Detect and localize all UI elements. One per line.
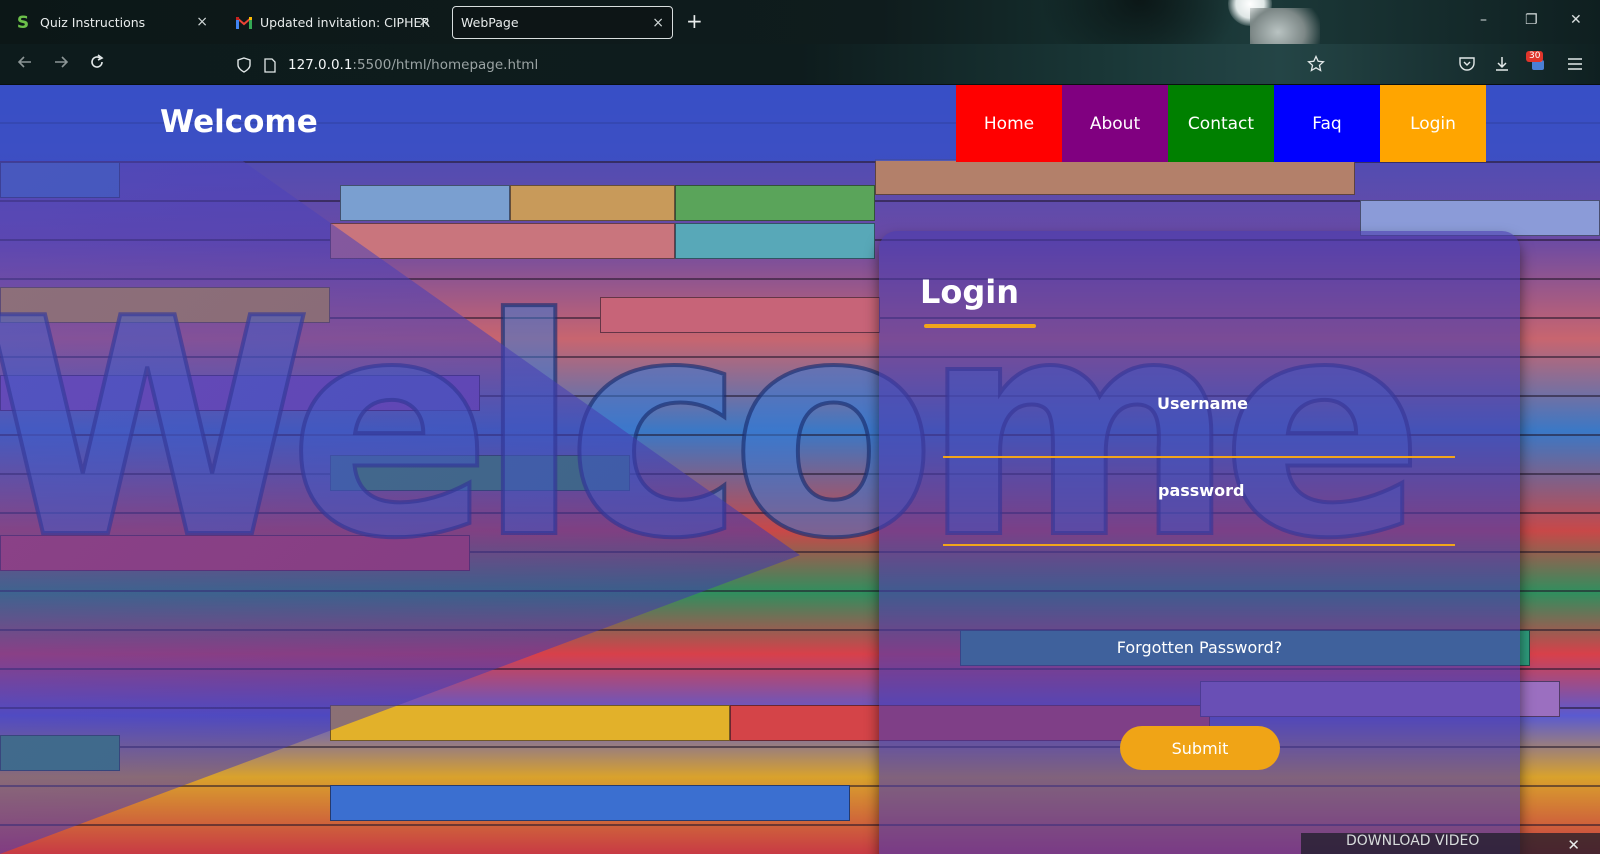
username-underline: [943, 456, 1455, 458]
forward-arrow-icon[interactable]: [52, 53, 70, 75]
password-input[interactable]: [943, 509, 1455, 543]
close-icon[interactable]: ×: [418, 14, 430, 30]
reload-icon[interactable]: [88, 53, 106, 75]
browser-navigation-bar: 127.0.0.1:5500/html/homepage.html: [0, 44, 1600, 85]
page-icon[interactable]: [262, 57, 278, 73]
title-underline: [924, 324, 1036, 328]
password-label: password: [1158, 481, 1245, 500]
download-icon[interactable]: [1492, 54, 1512, 74]
tab-label: WebPage: [461, 15, 519, 30]
main-menu: Home About Contact Faq Login: [956, 85, 1486, 162]
tab-label: Updated invitation: CIPHER CLA: [260, 15, 430, 30]
menu-contact[interactable]: Contact: [1168, 85, 1274, 162]
new-tab-button[interactable]: +: [686, 9, 703, 33]
login-title: Login: [920, 273, 1020, 311]
bookmark-star-icon[interactable]: [1306, 54, 1326, 74]
plank-decoration: [675, 223, 875, 259]
menu-login[interactable]: Login: [1380, 85, 1486, 162]
password-underline: [943, 544, 1455, 546]
menu-home[interactable]: Home: [956, 85, 1062, 162]
plank-decoration: [340, 185, 510, 221]
tab-webpage[interactable]: WebPage ×: [452, 6, 673, 39]
download-video-popup[interactable]: DOWNLOAD VIDEO ✕: [1301, 833, 1600, 854]
pocket-icon[interactable]: [1457, 54, 1477, 74]
close-icon[interactable]: ×: [196, 14, 208, 30]
login-card: Login Username password Forgotten Passwo…: [879, 231, 1520, 854]
submit-button[interactable]: Submit: [1120, 726, 1280, 770]
gmail-icon: [236, 16, 252, 29]
site-title: Welcome: [160, 104, 318, 140]
tab-updated-invitation[interactable]: Updated invitation: CIPHER CLA ×: [228, 6, 438, 39]
plank-decoration: [330, 223, 675, 259]
menu-about[interactable]: About: [1062, 85, 1168, 162]
browser-tab-strip: S Quiz Instructions × Updated invitation…: [0, 0, 1600, 44]
web-page: Welcome Welcome Home About Contact Faq L…: [0, 85, 1600, 854]
forgot-password-link[interactable]: Forgotten Password?: [879, 638, 1520, 657]
url-text[interactable]: 127.0.0.1:5500/html/homepage.html: [288, 57, 538, 73]
shield-icon[interactable]: [236, 57, 252, 73]
minimize-button[interactable]: –: [1480, 12, 1487, 28]
username-input[interactable]: [943, 420, 1455, 454]
extension-badge: 30: [1526, 51, 1544, 62]
tab-label: Quiz Instructions: [40, 15, 146, 30]
plank-decoration: [330, 705, 730, 741]
address-bar[interactable]: 127.0.0.1:5500/html/homepage.html: [236, 52, 538, 78]
window-close-button[interactable]: ✕: [1570, 12, 1582, 28]
download-video-label[interactable]: DOWNLOAD VIDEO: [1346, 833, 1479, 849]
plank-decoration: [675, 185, 875, 221]
back-arrow-icon[interactable]: [16, 53, 34, 75]
username-label: Username: [1157, 394, 1248, 413]
close-icon[interactable]: ✕: [1567, 836, 1580, 854]
close-icon[interactable]: ×: [652, 15, 664, 31]
theme-wolf-decoration: [1250, 8, 1320, 44]
plank-decoration: [330, 785, 850, 821]
site-s-icon: S: [16, 12, 30, 33]
theme-tree-decoration: [1040, 0, 1240, 44]
plank-decoration: [510, 185, 675, 221]
restore-button[interactable]: ❐: [1525, 12, 1538, 28]
menu-faq[interactable]: Faq: [1274, 85, 1380, 162]
menu-hamburger-icon[interactable]: [1565, 54, 1585, 74]
tab-quiz-instructions[interactable]: S Quiz Instructions ×: [6, 6, 216, 39]
plank-decoration: [875, 159, 1355, 195]
